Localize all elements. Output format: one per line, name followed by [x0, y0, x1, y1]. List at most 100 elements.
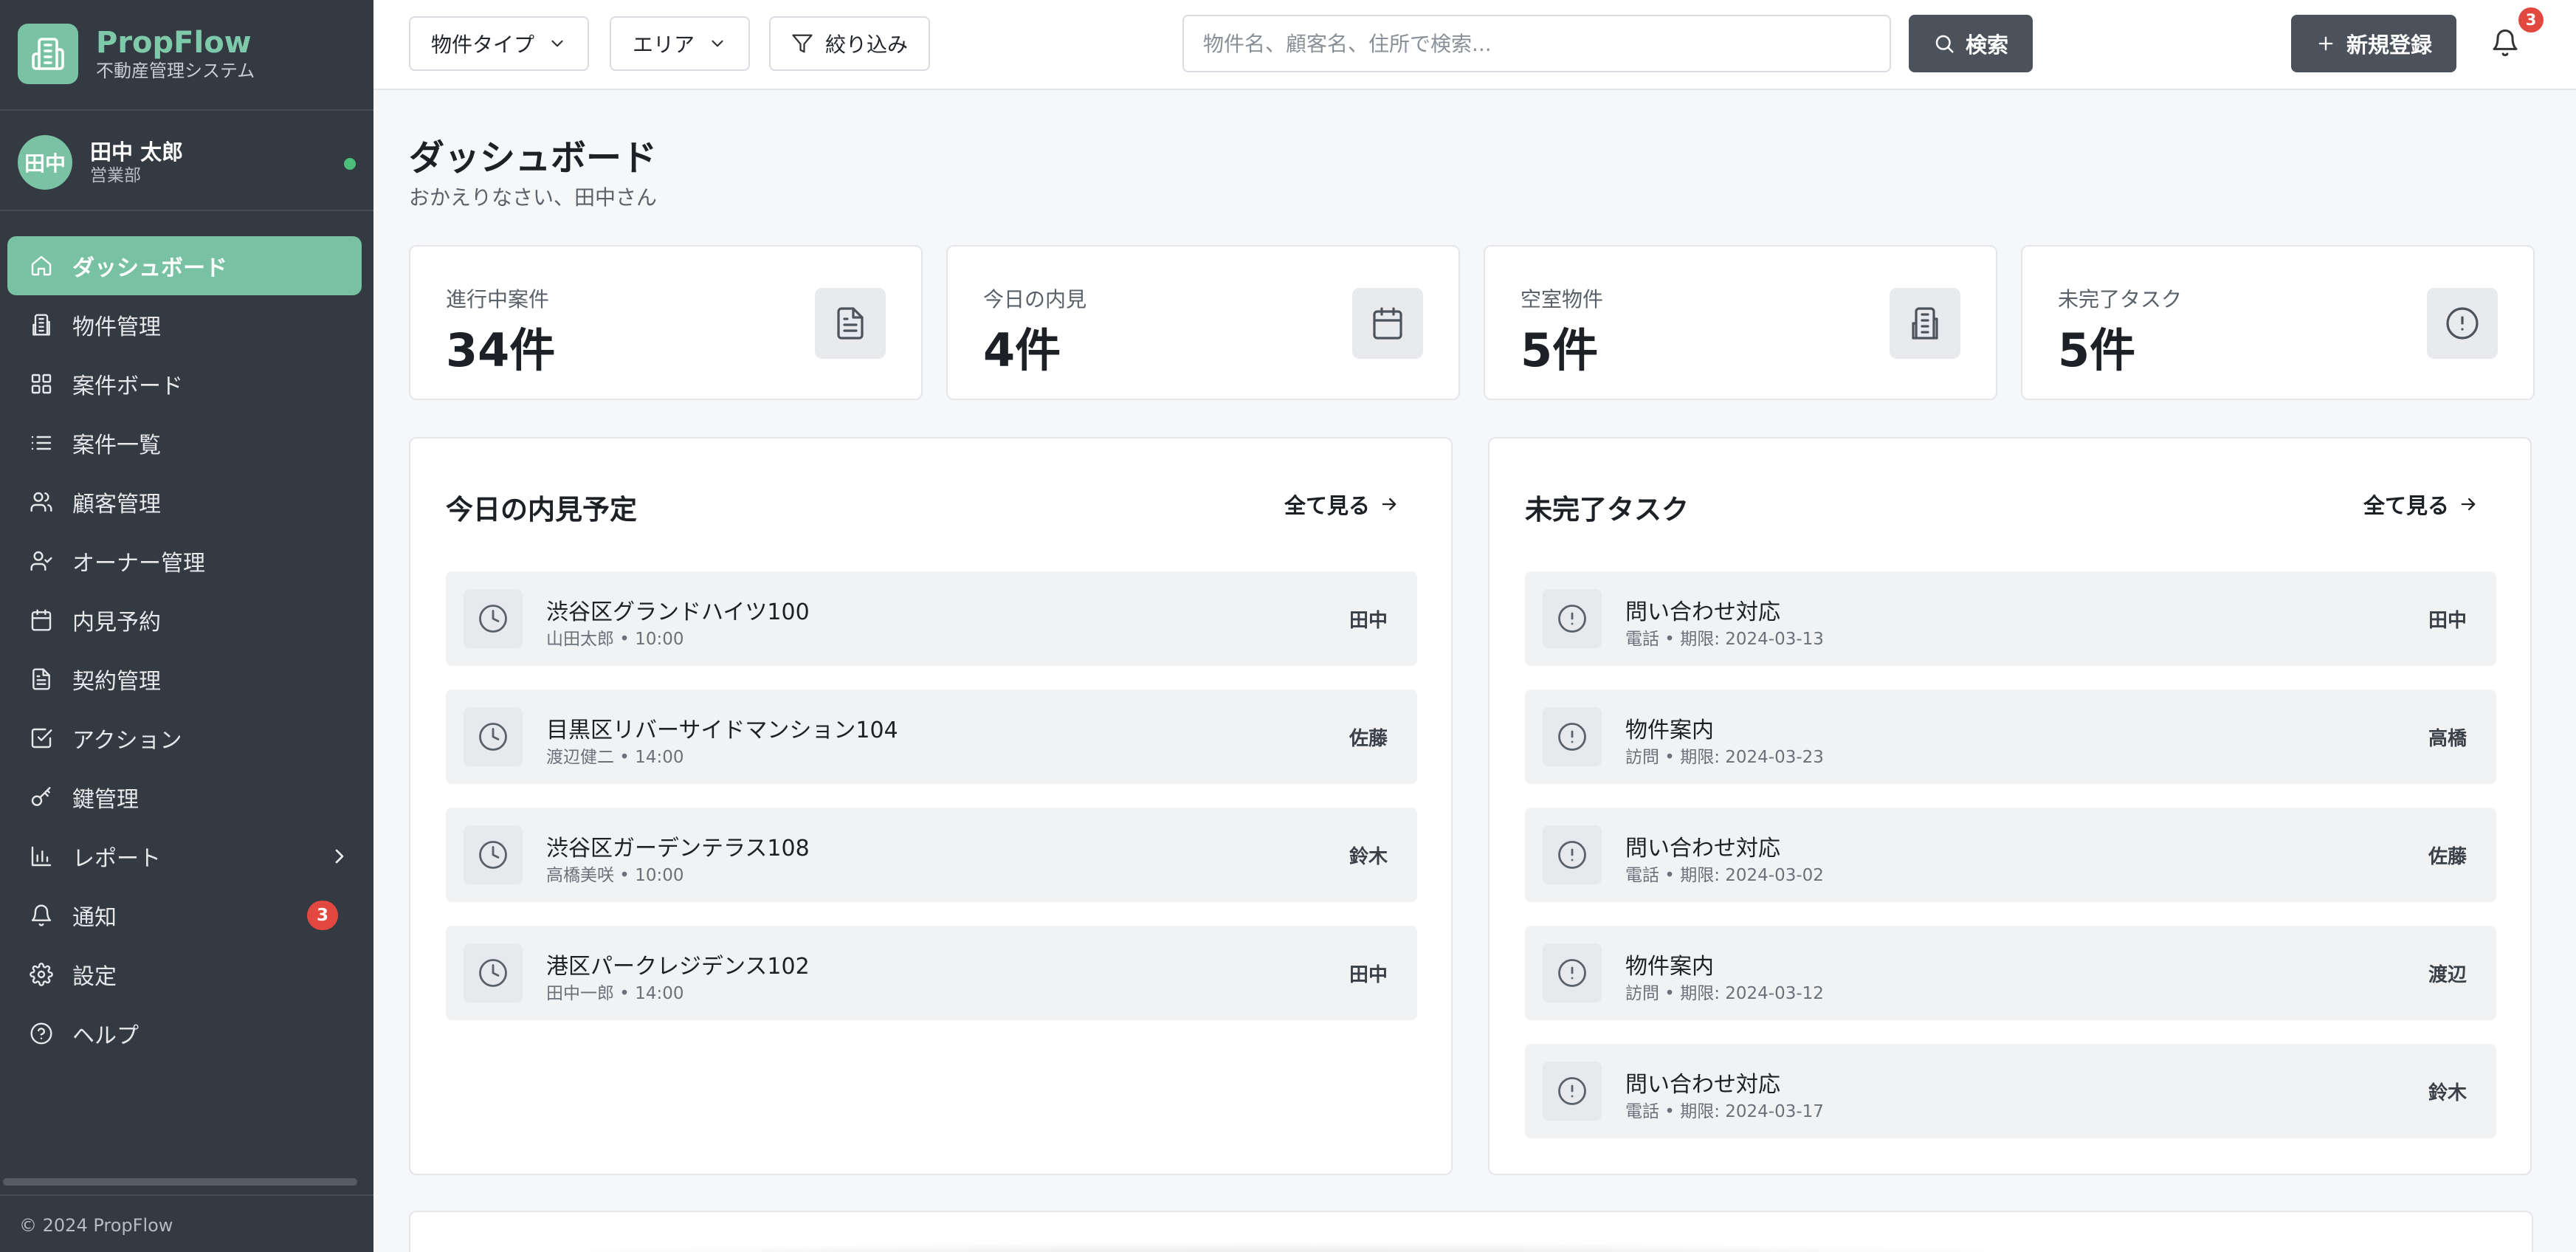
- sidebar-divider: [0, 210, 373, 211]
- viewing-row[interactable]: 渋谷区グランドハイツ100 山田太郎 • 10:00 田中: [446, 571, 1417, 666]
- sidebar-item-properties[interactable]: 物件管理: [7, 295, 362, 354]
- sidebar-item-notifications[interactable]: 通知 3: [7, 886, 362, 945]
- notification-bell-icon[interactable]: [2490, 28, 2520, 58]
- alert-circle-icon: [2427, 288, 2498, 359]
- task-assignee: 佐藤: [2428, 846, 2467, 868]
- chevron-right-icon: [335, 849, 344, 864]
- sidebar-item-keys[interactable]: 鍵管理: [7, 768, 362, 827]
- task-row[interactable]: 問い合わせ対応 電話 • 期限: 2024-03-02 佐藤: [1525, 808, 2496, 902]
- today-viewings-panel: 今日の内見予定 全て見る 渋谷区グランドハイツ100 山田太郎 • 10:00 …: [409, 437, 1453, 1175]
- viewing-row[interactable]: 港区パークレジデンス102 田中一郎 • 14:00 田中: [446, 926, 1417, 1020]
- task-assignee: 渡辺: [2428, 964, 2467, 986]
- sidebar: PropFlow 不動産管理システム 田中 田中 太郎 営業部 ダッシュボード …: [0, 0, 373, 1252]
- sidebar-item-owners[interactable]: オーナー管理: [7, 532, 362, 591]
- avatar: 田中: [18, 135, 72, 190]
- bell-icon: [31, 904, 52, 926]
- stat-label: 今日の内見: [983, 287, 1087, 312]
- panel-title: 今日の内見予定: [446, 494, 637, 526]
- viewing-row[interactable]: 渋谷区ガーデンテラス108 高橋美咲 • 10:00 鈴木: [446, 808, 1417, 902]
- search-input[interactable]: [1182, 15, 1891, 72]
- calendar-icon: [1352, 288, 1423, 359]
- area-label: エリア: [632, 32, 695, 57]
- check-square-icon: [31, 728, 52, 749]
- stat-card-open-tasks[interactable]: 未完了タスク 5件: [2021, 245, 2535, 400]
- stat-value: 4件: [983, 323, 1061, 377]
- sidebar-item-label: 内見予約: [72, 610, 161, 636]
- sidebar-item-label: 案件一覧: [72, 433, 161, 458]
- chevron-down-icon: [551, 40, 563, 47]
- sidebar-item-label: ヘルプ: [72, 1023, 139, 1049]
- task-row[interactable]: 問い合わせ対応 電話 • 期限: 2024-03-13 田中: [1525, 571, 2496, 666]
- stat-card-active-deals[interactable]: 進行中案件 34件: [409, 245, 923, 400]
- new-registration-label: 新規登録: [2346, 32, 2432, 58]
- task-row[interactable]: 物件案内 訪問 • 期限: 2024-03-23 高橋: [1525, 689, 2496, 784]
- notification-count-badge: 3: [307, 901, 338, 930]
- sidebar-item-label: ダッシュボード: [72, 255, 227, 281]
- filter-icon: [792, 34, 813, 53]
- sidebar-scrollbar[interactable]: [3, 1178, 357, 1186]
- stat-card-vacant-properties[interactable]: 空室物件 5件: [1484, 245, 1997, 400]
- sidebar-item-label: レポート: [72, 846, 161, 872]
- clock-icon: [464, 943, 523, 1002]
- alert-circle-icon: [1543, 825, 1602, 884]
- grid-icon: [31, 374, 52, 394]
- task-title: 問い合わせ対応: [1625, 1072, 1780, 1098]
- task-detail: 訪問 • 期限: 2024-03-12: [1625, 984, 1824, 1003]
- task-detail: 電話 • 期限: 2024-03-02: [1625, 866, 1824, 885]
- help-icon: [30, 1022, 52, 1045]
- task-row[interactable]: 物件案内 訪問 • 期限: 2024-03-12 渡辺: [1525, 926, 2496, 1020]
- sidebar-nav: ダッシュボード 物件管理 案件ボード 案件一覧 顧客管理 オーナー管理 内見予約: [7, 236, 362, 1063]
- search-button-label: 検索: [1965, 32, 2008, 58]
- users-icon: [30, 492, 52, 512]
- viewing-row[interactable]: 目黒区リバーサイドマンション104 渡辺健二 • 14:00 佐藤: [446, 689, 1417, 784]
- sidebar-item-deal-list[interactable]: 案件一覧: [7, 413, 362, 472]
- sidebar-item-label: 物件管理: [72, 314, 161, 340]
- user-profile[interactable]: 田中 田中 太郎 営業部: [18, 134, 356, 190]
- viewing-detail: 高橋美咲 • 10:00: [546, 866, 684, 885]
- sidebar-item-settings[interactable]: 設定: [7, 945, 362, 1004]
- viewing-property: 渋谷区ガーデンテラス108: [546, 836, 810, 861]
- bottom-section-card: [409, 1211, 2533, 1252]
- sidebar-divider: [0, 109, 373, 111]
- sidebar-item-reports[interactable]: レポート: [7, 827, 362, 886]
- viewing-detail: 渡辺健二 • 14:00: [546, 748, 684, 767]
- view-all-viewings-link[interactable]: 全て見る: [1284, 489, 1399, 520]
- document-icon: [815, 288, 886, 359]
- sidebar-item-deal-board[interactable]: 案件ボード: [7, 354, 362, 413]
- task-assignee: 田中: [2428, 610, 2467, 632]
- area-dropdown[interactable]: エリア: [610, 16, 750, 71]
- gear-icon: [30, 963, 53, 986]
- sidebar-item-viewings[interactable]: 内見予約: [7, 591, 362, 650]
- alert-circle-icon: [1543, 943, 1602, 1002]
- sidebar-divider: [0, 1194, 373, 1196]
- key-icon: [31, 787, 51, 806]
- user-check-icon: [30, 551, 52, 571]
- document-icon: [32, 668, 50, 690]
- alert-circle-icon: [1543, 589, 1602, 648]
- view-all-tasks-link[interactable]: 全て見る: [2363, 489, 2479, 520]
- new-registration-button[interactable]: 新規登録: [2291, 15, 2456, 72]
- brand[interactable]: PropFlow 不動産管理システム: [18, 24, 255, 84]
- clock-icon: [464, 707, 523, 766]
- stat-value: 5件: [2058, 323, 2136, 377]
- sidebar-item-contracts[interactable]: 契約管理: [7, 650, 362, 709]
- arrow-right-icon: [1382, 498, 1397, 511]
- chevron-down-icon: [712, 40, 723, 47]
- sidebar-item-customers[interactable]: 顧客管理: [7, 472, 362, 532]
- stat-card-today-viewings[interactable]: 今日の内見 4件: [946, 245, 1460, 400]
- viewing-agent: 鈴木: [1349, 846, 1388, 868]
- sidebar-item-actions[interactable]: アクション: [7, 709, 362, 768]
- viewing-property: 港区パークレジデンス102: [546, 954, 810, 980]
- online-status-dot: [344, 158, 356, 170]
- property-type-dropdown[interactable]: 物件タイプ: [409, 16, 589, 71]
- task-row[interactable]: 問い合わせ対応 電話 • 期限: 2024-03-17 鈴木: [1525, 1044, 2496, 1138]
- filter-button[interactable]: 絞り込み: [769, 16, 930, 71]
- sidebar-item-help[interactable]: ヘルプ: [7, 1004, 362, 1063]
- search-button[interactable]: 検索: [1909, 15, 2033, 72]
- user-name: 田中 太郎: [90, 140, 184, 165]
- loading-placeholder: [469, 1242, 2108, 1252]
- viewing-agent: 田中: [1349, 964, 1388, 986]
- sidebar-item-dashboard[interactable]: ダッシュボード: [7, 236, 362, 295]
- sidebar-item-label: 通知: [72, 905, 117, 931]
- clock-icon: [464, 589, 523, 648]
